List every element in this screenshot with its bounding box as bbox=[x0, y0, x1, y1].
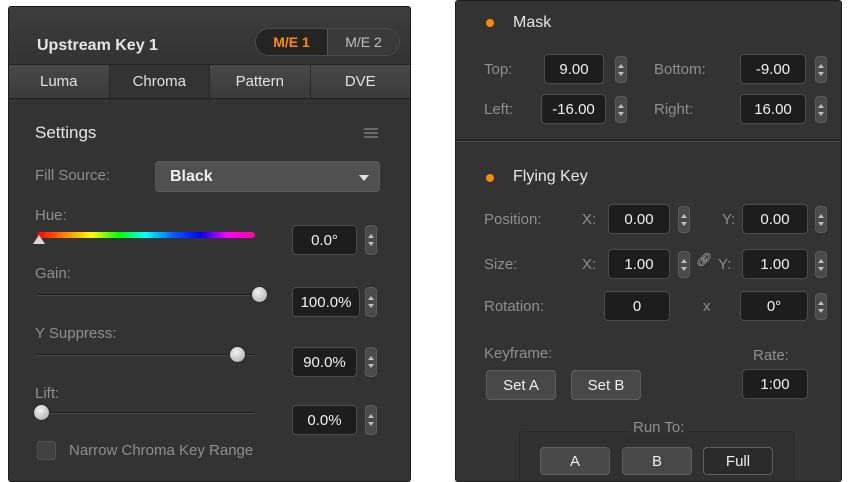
tab-pattern[interactable]: Pattern bbox=[210, 65, 311, 98]
gain-stepper-icon[interactable] bbox=[365, 287, 377, 317]
set-b-button[interactable]: Set B bbox=[571, 370, 641, 400]
tab-dve[interactable]: DVE bbox=[310, 65, 410, 98]
run-to-label: Run To: bbox=[629, 419, 689, 436]
mask-bottom-stepper-icon[interactable] bbox=[815, 56, 827, 83]
size-x-field[interactable]: 1.00 bbox=[608, 249, 670, 279]
size-y-label: Y: bbox=[718, 256, 732, 273]
mask-title: Mask bbox=[513, 14, 552, 31]
upstream-key-panel: Upstream Key 1 M/E 1 M/E 2 Luma Chroma P… bbox=[8, 6, 411, 482]
size-x-label: X: bbox=[582, 256, 597, 273]
lift-stepper-icon[interactable] bbox=[365, 405, 377, 435]
menu-icon[interactable] bbox=[364, 128, 378, 138]
gain-value-field[interactable]: 100.0% bbox=[292, 287, 360, 317]
y-suppress-stepper-icon[interactable] bbox=[365, 347, 377, 377]
keyframe-label: Keyframe: bbox=[484, 345, 553, 362]
run-to-b-button[interactable]: B bbox=[622, 447, 692, 475]
caret-down-icon bbox=[359, 175, 369, 181]
mask-top-field[interactable]: 9.00 bbox=[544, 54, 604, 84]
mask-right-field[interactable]: 16.00 bbox=[740, 94, 806, 124]
key-type-tabs: Luma Chroma Pattern DVE bbox=[9, 65, 410, 99]
gain-slider[interactable] bbox=[37, 294, 255, 296]
y-suppress-value-field[interactable]: 90.0% bbox=[292, 347, 357, 377]
me-switch: M/E 1 M/E 2 bbox=[255, 28, 400, 56]
y-suppress-slider-knob-icon[interactable] bbox=[228, 346, 246, 363]
rotation-degrees-field[interactable]: 0° bbox=[740, 291, 808, 321]
mask-status-dot-icon bbox=[486, 19, 494, 27]
tab-chroma[interactable]: Chroma bbox=[109, 65, 210, 98]
lift-label: Lift: bbox=[35, 385, 60, 402]
mask-left-stepper-icon[interactable] bbox=[615, 96, 627, 123]
hue-value-field[interactable]: 0.0° bbox=[292, 225, 357, 255]
mask-top-stepper-icon[interactable] bbox=[615, 56, 627, 83]
rotation-field[interactable]: 0 bbox=[604, 291, 670, 321]
me1-button[interactable]: M/E 1 bbox=[256, 29, 327, 55]
settings-heading: Settings bbox=[35, 123, 97, 142]
flying-key-title: Flying Key bbox=[513, 168, 588, 185]
link-icon[interactable]: 🔗︎ bbox=[696, 252, 713, 268]
position-y-stepper-icon[interactable] bbox=[815, 206, 827, 233]
me2-button[interactable]: M/E 2 bbox=[327, 29, 399, 55]
panel-title: Upstream Key 1 bbox=[37, 37, 158, 54]
fill-source-value: Black bbox=[170, 167, 213, 185]
y-suppress-slider[interactable] bbox=[37, 354, 255, 356]
size-label: Size: bbox=[484, 256, 518, 273]
lift-slider-knob-icon[interactable] bbox=[32, 404, 50, 421]
gain-label: Gain: bbox=[35, 265, 71, 282]
rate-field[interactable]: 1:00 bbox=[742, 369, 808, 399]
section-divider bbox=[456, 139, 841, 142]
set-a-button[interactable]: Set A bbox=[486, 370, 556, 400]
mask-bottom-field[interactable]: -9.00 bbox=[740, 54, 806, 84]
narrow-range-checkbox[interactable] bbox=[37, 441, 56, 460]
rotation-label: Rotation: bbox=[484, 298, 545, 315]
narrow-range-label: Narrow Chroma Key Range bbox=[69, 442, 254, 459]
rotation-x-label: x bbox=[703, 298, 711, 315]
mask-right-stepper-icon[interactable] bbox=[815, 96, 827, 123]
run-to-full-button[interactable]: Full bbox=[703, 447, 773, 475]
mask-right-label: Right: bbox=[654, 101, 694, 118]
position-x-label: X: bbox=[582, 211, 597, 228]
size-y-stepper-icon[interactable] bbox=[815, 251, 827, 278]
flying-key-status-dot-icon bbox=[486, 174, 494, 182]
mask-left-label: Left: bbox=[484, 101, 514, 118]
hue-slider[interactable] bbox=[37, 232, 255, 238]
mask-flying-key-panel: Mask Top: 9.00 Bottom: -9.00 Left: -16.0… bbox=[455, 0, 842, 482]
mask-bottom-label: Bottom: bbox=[654, 61, 706, 78]
hue-label: Hue: bbox=[35, 207, 67, 224]
fill-source-dropdown[interactable]: Black bbox=[155, 161, 380, 192]
fill-source-label: Fill Source: bbox=[35, 167, 111, 184]
size-y-field[interactable]: 1.00 bbox=[742, 249, 808, 279]
mask-top-label: Top: bbox=[484, 61, 513, 78]
rate-label: Rate: bbox=[753, 347, 789, 364]
y-suppress-label: Y Suppress: bbox=[35, 325, 117, 342]
run-to-a-button[interactable]: A bbox=[540, 447, 610, 475]
lift-slider[interactable] bbox=[37, 412, 255, 414]
rotation-stepper-icon[interactable] bbox=[815, 293, 827, 320]
position-x-field[interactable]: 0.00 bbox=[608, 204, 670, 234]
position-label: Position: bbox=[484, 211, 542, 228]
position-y-label: Y: bbox=[722, 211, 736, 228]
mask-left-field[interactable]: -16.00 bbox=[541, 94, 606, 124]
position-y-field[interactable]: 0.00 bbox=[742, 204, 808, 234]
tab-luma[interactable]: Luma bbox=[9, 65, 110, 98]
size-x-stepper-icon[interactable] bbox=[678, 251, 690, 278]
gain-slider-knob-icon[interactable] bbox=[250, 286, 268, 303]
lift-value-field[interactable]: 0.0% bbox=[292, 405, 357, 435]
hue-stepper-icon[interactable] bbox=[365, 225, 377, 255]
position-x-stepper-icon[interactable] bbox=[678, 206, 690, 233]
hue-pointer-icon[interactable] bbox=[33, 235, 45, 244]
